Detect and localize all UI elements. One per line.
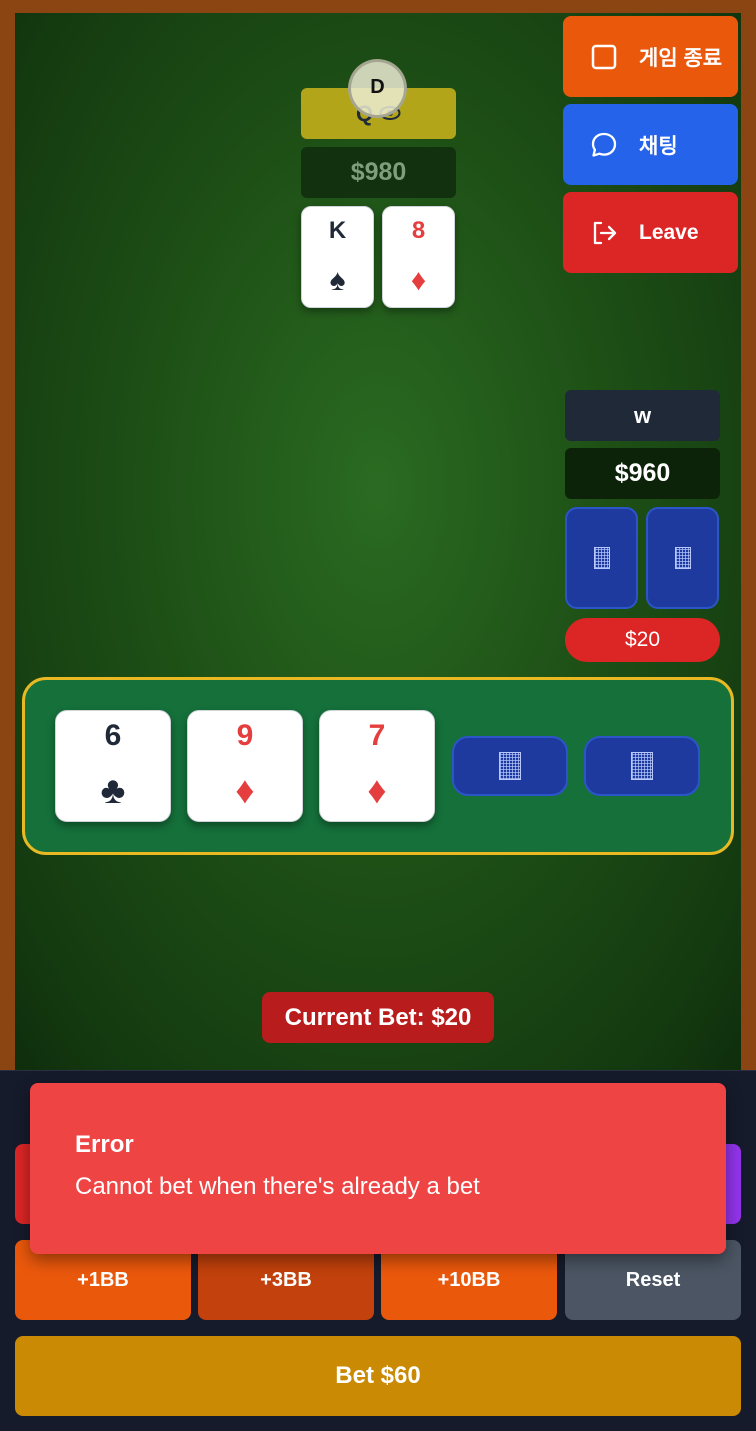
right-player-stack: $960 bbox=[565, 448, 720, 499]
card-back-pattern-icon bbox=[499, 752, 521, 780]
right-player-name: w bbox=[565, 390, 720, 441]
card-back-pattern-icon bbox=[593, 547, 610, 569]
community-card-3: 7 ♦ bbox=[319, 710, 435, 822]
community-card-2: 9 ♦ bbox=[187, 710, 303, 822]
spade-icon: ♠ bbox=[329, 263, 346, 297]
current-bet-badge: Current Bet: $20 bbox=[262, 992, 494, 1043]
card-rank: K bbox=[328, 216, 347, 244]
top-player-stack: $980 bbox=[301, 147, 456, 198]
card-back-pattern-icon bbox=[674, 547, 691, 569]
card-rank: 7 bbox=[368, 719, 386, 753]
chat-button[interactable]: 채팅 bbox=[563, 104, 738, 185]
chat-label: 채팅 bbox=[639, 134, 678, 158]
club-icon: ♣ bbox=[100, 769, 126, 812]
diamond-icon: ♦ bbox=[235, 769, 255, 812]
leave-label: Leave bbox=[639, 220, 699, 244]
community-card-4-face-down bbox=[452, 736, 568, 796]
diamond-icon: ♦ bbox=[367, 769, 387, 812]
error-toast[interactable]: Error Cannot bet when there's already a … bbox=[30, 1083, 726, 1254]
card-rank: 8 bbox=[411, 216, 426, 244]
community-card-5-face-down bbox=[584, 736, 700, 796]
end-game-button[interactable]: 게임 종료 bbox=[563, 16, 738, 97]
top-player-card-1: K ♠ bbox=[301, 206, 374, 308]
diamond-icon: ♦ bbox=[410, 263, 427, 297]
community-card-1: 6 ♣ bbox=[55, 710, 171, 822]
right-player-card-back-1 bbox=[565, 507, 638, 609]
card-rank: 6 bbox=[104, 719, 122, 753]
top-player-card-2: 8 ♦ bbox=[382, 206, 455, 308]
right-player-card-back-2 bbox=[646, 507, 719, 609]
card-back-pattern-icon bbox=[631, 752, 653, 780]
chat-bubble-icon bbox=[589, 130, 619, 160]
bet-button[interactable]: Bet $60 bbox=[15, 1336, 741, 1416]
toast-message: Cannot bet when there's already a bet bbox=[75, 1173, 480, 1200]
logout-icon bbox=[589, 218, 619, 248]
dealer-button: D bbox=[348, 59, 407, 118]
card-rank: 9 bbox=[236, 719, 254, 753]
end-game-label: 게임 종료 bbox=[639, 46, 723, 70]
toast-title: Error bbox=[75, 1131, 134, 1158]
stop-square-icon bbox=[589, 42, 619, 72]
leave-button[interactable]: Leave bbox=[563, 192, 738, 273]
right-player-bet: $20 bbox=[565, 618, 720, 662]
